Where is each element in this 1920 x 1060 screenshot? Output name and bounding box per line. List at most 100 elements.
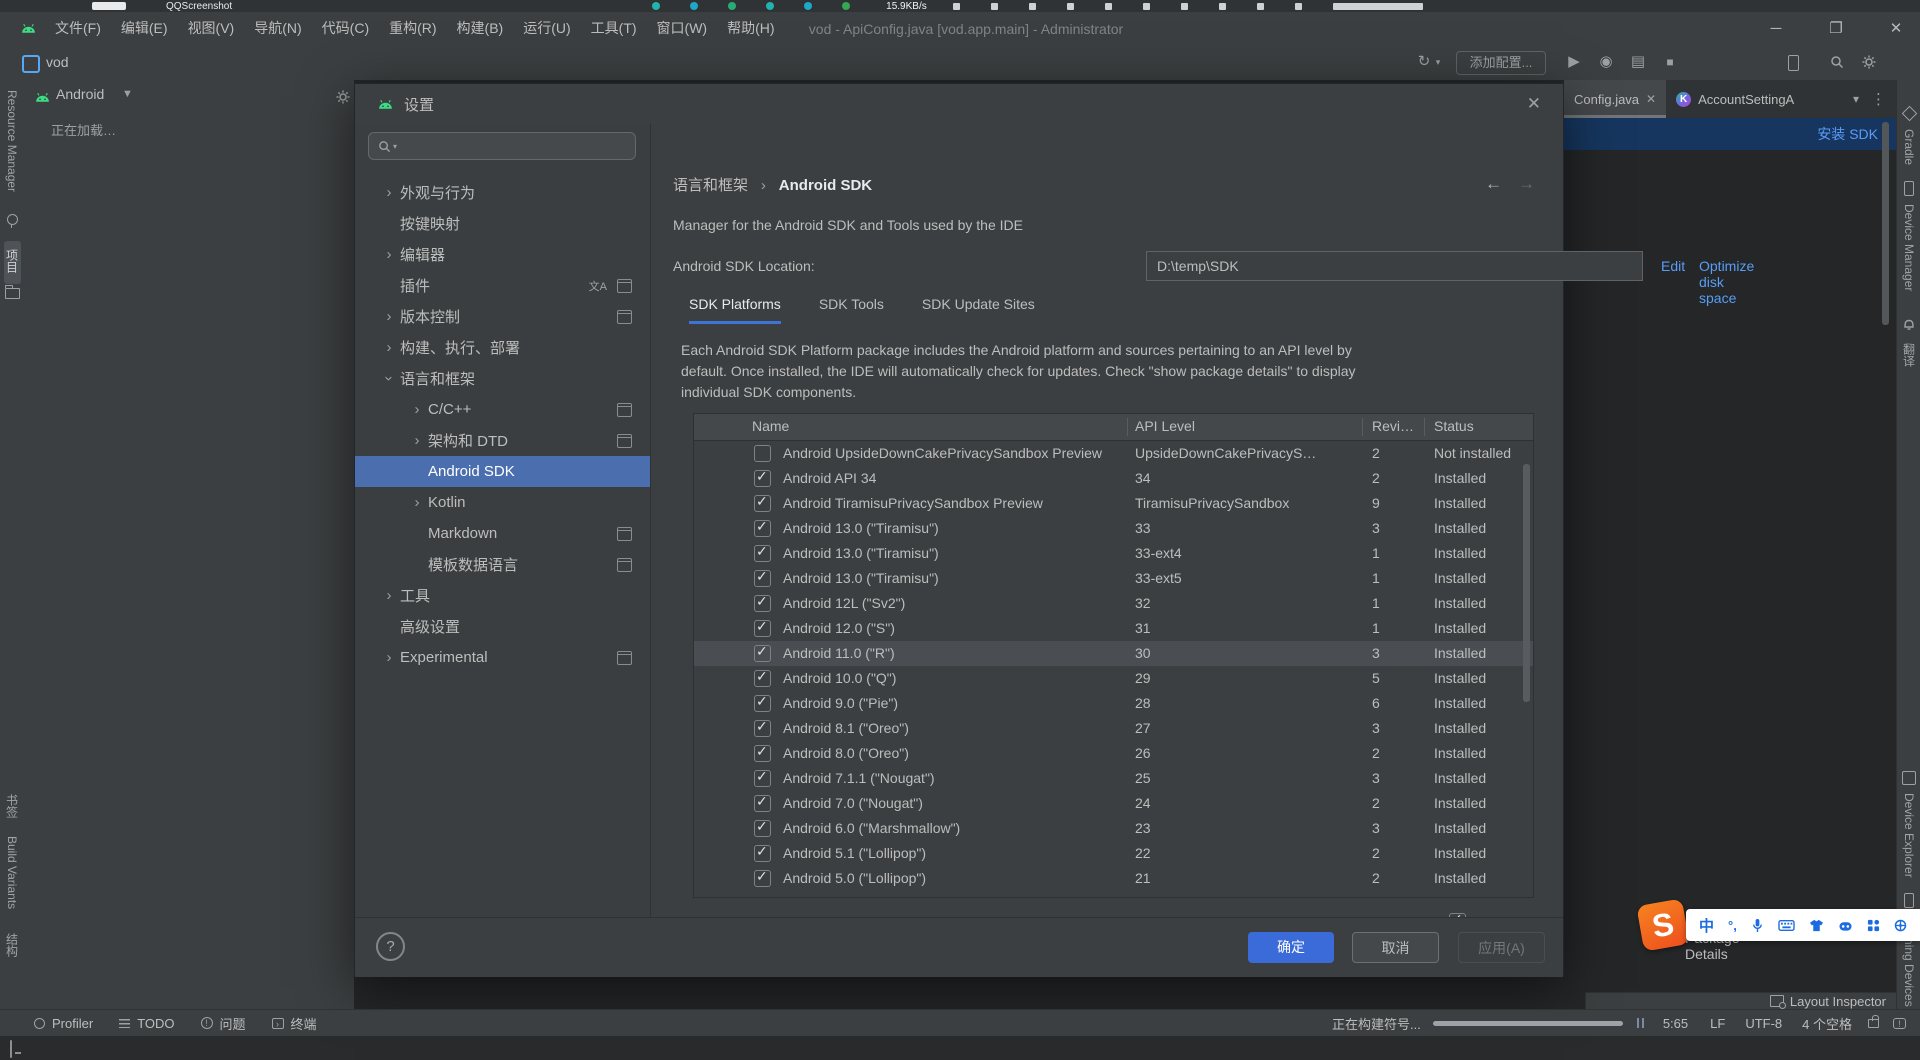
tool-device-explorer[interactable]: Device Explorer xyxy=(1902,793,1916,878)
checked-checkbox[interactable] xyxy=(754,670,771,687)
tree-chevron-icon[interactable]: › xyxy=(381,368,398,390)
statusbar-profiler[interactable]: Profiler xyxy=(34,1016,93,1031)
tree-item-语言和框架[interactable]: ›语言和框架 xyxy=(355,363,650,394)
checked-checkbox[interactable] xyxy=(754,720,771,737)
coverage-icon[interactable]: ▤ xyxy=(1626,45,1650,79)
tree-chevron-icon[interactable]: › xyxy=(406,401,428,418)
sdk-location-field[interactable] xyxy=(1146,251,1643,281)
layout-inspector-button[interactable]: Layout Inspector xyxy=(1790,994,1886,1009)
table-scrollbar-thumb[interactable] xyxy=(1523,464,1530,702)
checked-checkbox[interactable] xyxy=(754,595,771,612)
table-row[interactable]: Android 6.0 ("Marshmallow")233Installed xyxy=(694,816,1533,841)
tree-chevron-icon[interactable]: › xyxy=(378,246,400,263)
profile-icon[interactable]: ◉ xyxy=(1594,45,1618,79)
folder-icon[interactable] xyxy=(5,288,20,299)
table-row[interactable]: Android 12L ("Sv2")321Installed xyxy=(694,591,1533,616)
checked-checkbox[interactable] xyxy=(754,820,771,837)
tab-close-icon[interactable]: ✕ xyxy=(1646,92,1656,106)
device-icon[interactable] xyxy=(1788,55,1799,71)
tool-resource-manager[interactable]: Resource Manager xyxy=(5,90,19,192)
stop-icon[interactable]: ■ xyxy=(1658,45,1682,79)
tree-item-编辑器[interactable]: ›编辑器 xyxy=(355,239,650,270)
tree-chevron-icon[interactable]: › xyxy=(378,339,400,356)
ime-settings-wheel-icon[interactable] xyxy=(1894,919,1907,932)
tree-item-工具[interactable]: ›工具 xyxy=(355,580,650,611)
checked-checkbox[interactable] xyxy=(754,745,771,762)
pause-build-icon[interactable] xyxy=(1637,1016,1647,1031)
settings-search-input[interactable]: ▾ xyxy=(368,132,636,160)
tool-project[interactable]: 项目 xyxy=(4,241,21,284)
breadcrumb-parent[interactable]: 语言和框架 xyxy=(673,177,748,194)
tool-bookmarks[interactable]: 书签 xyxy=(4,794,21,818)
pin-icon[interactable] xyxy=(7,214,18,225)
table-row[interactable]: Android 10.0 ("Q")295Installed xyxy=(694,666,1533,691)
checked-checkbox[interactable] xyxy=(754,495,771,512)
tree-chevron-icon[interactable]: › xyxy=(378,649,400,666)
tree-item-Android SDK[interactable]: Android SDK xyxy=(355,456,650,487)
running-devices-icon[interactable] xyxy=(1904,893,1914,908)
ime-mode-chinese[interactable]: 中 xyxy=(1699,915,1714,936)
run-icon[interactable]: ▶ xyxy=(1562,45,1586,79)
checked-checkbox[interactable] xyxy=(754,470,771,487)
menu-构建[interactable]: 构建(B) xyxy=(447,12,514,45)
close-button[interactable]: ✕ xyxy=(1876,12,1916,45)
add-configuration-button[interactable]: 添加配置... xyxy=(1456,51,1546,75)
statusbar-todo[interactable]: TODO xyxy=(119,1016,174,1031)
panel-gear-icon[interactable] xyxy=(336,90,350,104)
microphone-icon[interactable] xyxy=(1751,918,1764,933)
chevron-down-icon[interactable]: ▼ xyxy=(122,88,133,100)
table-row[interactable]: Android 8.1 ("Oreo")273Installed xyxy=(694,716,1533,741)
help-icon[interactable]: ? xyxy=(376,932,405,961)
menu-工具[interactable]: 工具(T) xyxy=(581,12,647,45)
tool-build-variants[interactable]: Build Variants xyxy=(5,836,19,909)
tool-translation[interactable]: 翻译 xyxy=(1901,343,1918,367)
table-row[interactable]: Android 9.0 ("Pie")286Installed xyxy=(694,691,1533,716)
statusbar-问题[interactable]: !问题 xyxy=(201,1014,246,1033)
sogou-logo-icon[interactable]: S xyxy=(1636,898,1689,951)
apply-button[interactable]: 应用(A) xyxy=(1458,932,1545,963)
project-view-selector[interactable]: Android xyxy=(56,86,104,102)
desktop-monitor-icon[interactable] xyxy=(10,1040,12,1058)
tree-item-外观与行为[interactable]: ›外观与行为 xyxy=(355,177,650,208)
ok-button[interactable]: 确定 xyxy=(1248,932,1334,963)
checked-checkbox[interactable] xyxy=(754,520,771,537)
checked-checkbox[interactable] xyxy=(754,845,771,862)
menu-重构[interactable]: 重构(R) xyxy=(379,12,446,45)
tree-item-按键映射[interactable]: 按键映射 xyxy=(355,208,650,239)
tree-chevron-icon[interactable]: › xyxy=(378,308,400,325)
table-row[interactable]: Android TiramisuPrivacySandbox PreviewTi… xyxy=(694,491,1533,516)
project-name[interactable]: vod xyxy=(46,45,69,79)
menu-窗口[interactable]: 窗口(W) xyxy=(647,12,718,45)
caret-position[interactable]: 5:65 xyxy=(1663,1016,1688,1031)
search-icon[interactable] xyxy=(1830,55,1844,69)
tree-item-模板数据语言[interactable]: 模板数据语言 xyxy=(355,549,650,580)
tree-item-版本控制[interactable]: ›版本控制 xyxy=(355,301,650,332)
forward-arrow-icon[interactable]: → xyxy=(1518,174,1535,194)
table-row[interactable]: Android 5.1 ("Lollipop")222Installed xyxy=(694,841,1533,866)
checked-checkbox[interactable] xyxy=(754,645,771,662)
readonly-lock-icon[interactable] xyxy=(1868,1019,1879,1028)
statusbar-终端[interactable]: ›终端 xyxy=(272,1014,317,1033)
restore-button[interactable]: ❐ xyxy=(1816,12,1856,45)
tree-chevron-icon[interactable]: › xyxy=(406,432,428,449)
optimize-disk-space-link[interactable]: Optimize disk space xyxy=(1699,258,1754,306)
tab-options-kebab-icon[interactable]: ⋮ xyxy=(1871,90,1886,108)
indent-setting[interactable]: 4 个空格 xyxy=(1802,1014,1852,1033)
tab-sdk-update-sites[interactable]: SDK Update Sites xyxy=(922,296,1035,321)
checked-checkbox[interactable] xyxy=(754,770,771,787)
file-encoding[interactable]: UTF-8 xyxy=(1745,1016,1782,1031)
device-manager-icon[interactable] xyxy=(1904,181,1914,196)
col-name[interactable]: Name xyxy=(752,414,789,439)
checked-checkbox[interactable] xyxy=(754,620,771,637)
toolbox-grid-icon[interactable] xyxy=(1867,919,1880,932)
edit-link[interactable]: Edit xyxy=(1661,258,1685,274)
table-row[interactable]: Android 7.0 ("Nougat")242Installed xyxy=(694,791,1533,816)
col-api-level[interactable]: API Level xyxy=(1135,414,1195,439)
tree-chevron-icon[interactable]: › xyxy=(378,587,400,604)
checked-checkbox[interactable] xyxy=(754,695,771,712)
tree-item-Kotlin[interactable]: ›Kotlin xyxy=(355,487,650,518)
cancel-button[interactable]: 取消 xyxy=(1352,932,1439,963)
table-row[interactable]: Android 7.1.1 ("Nougat")253Installed xyxy=(694,766,1533,791)
sync-dropdown-icon[interactable]: ▾ xyxy=(1432,45,1444,79)
tree-item-C/C++[interactable]: ›C/C++ xyxy=(355,394,650,425)
